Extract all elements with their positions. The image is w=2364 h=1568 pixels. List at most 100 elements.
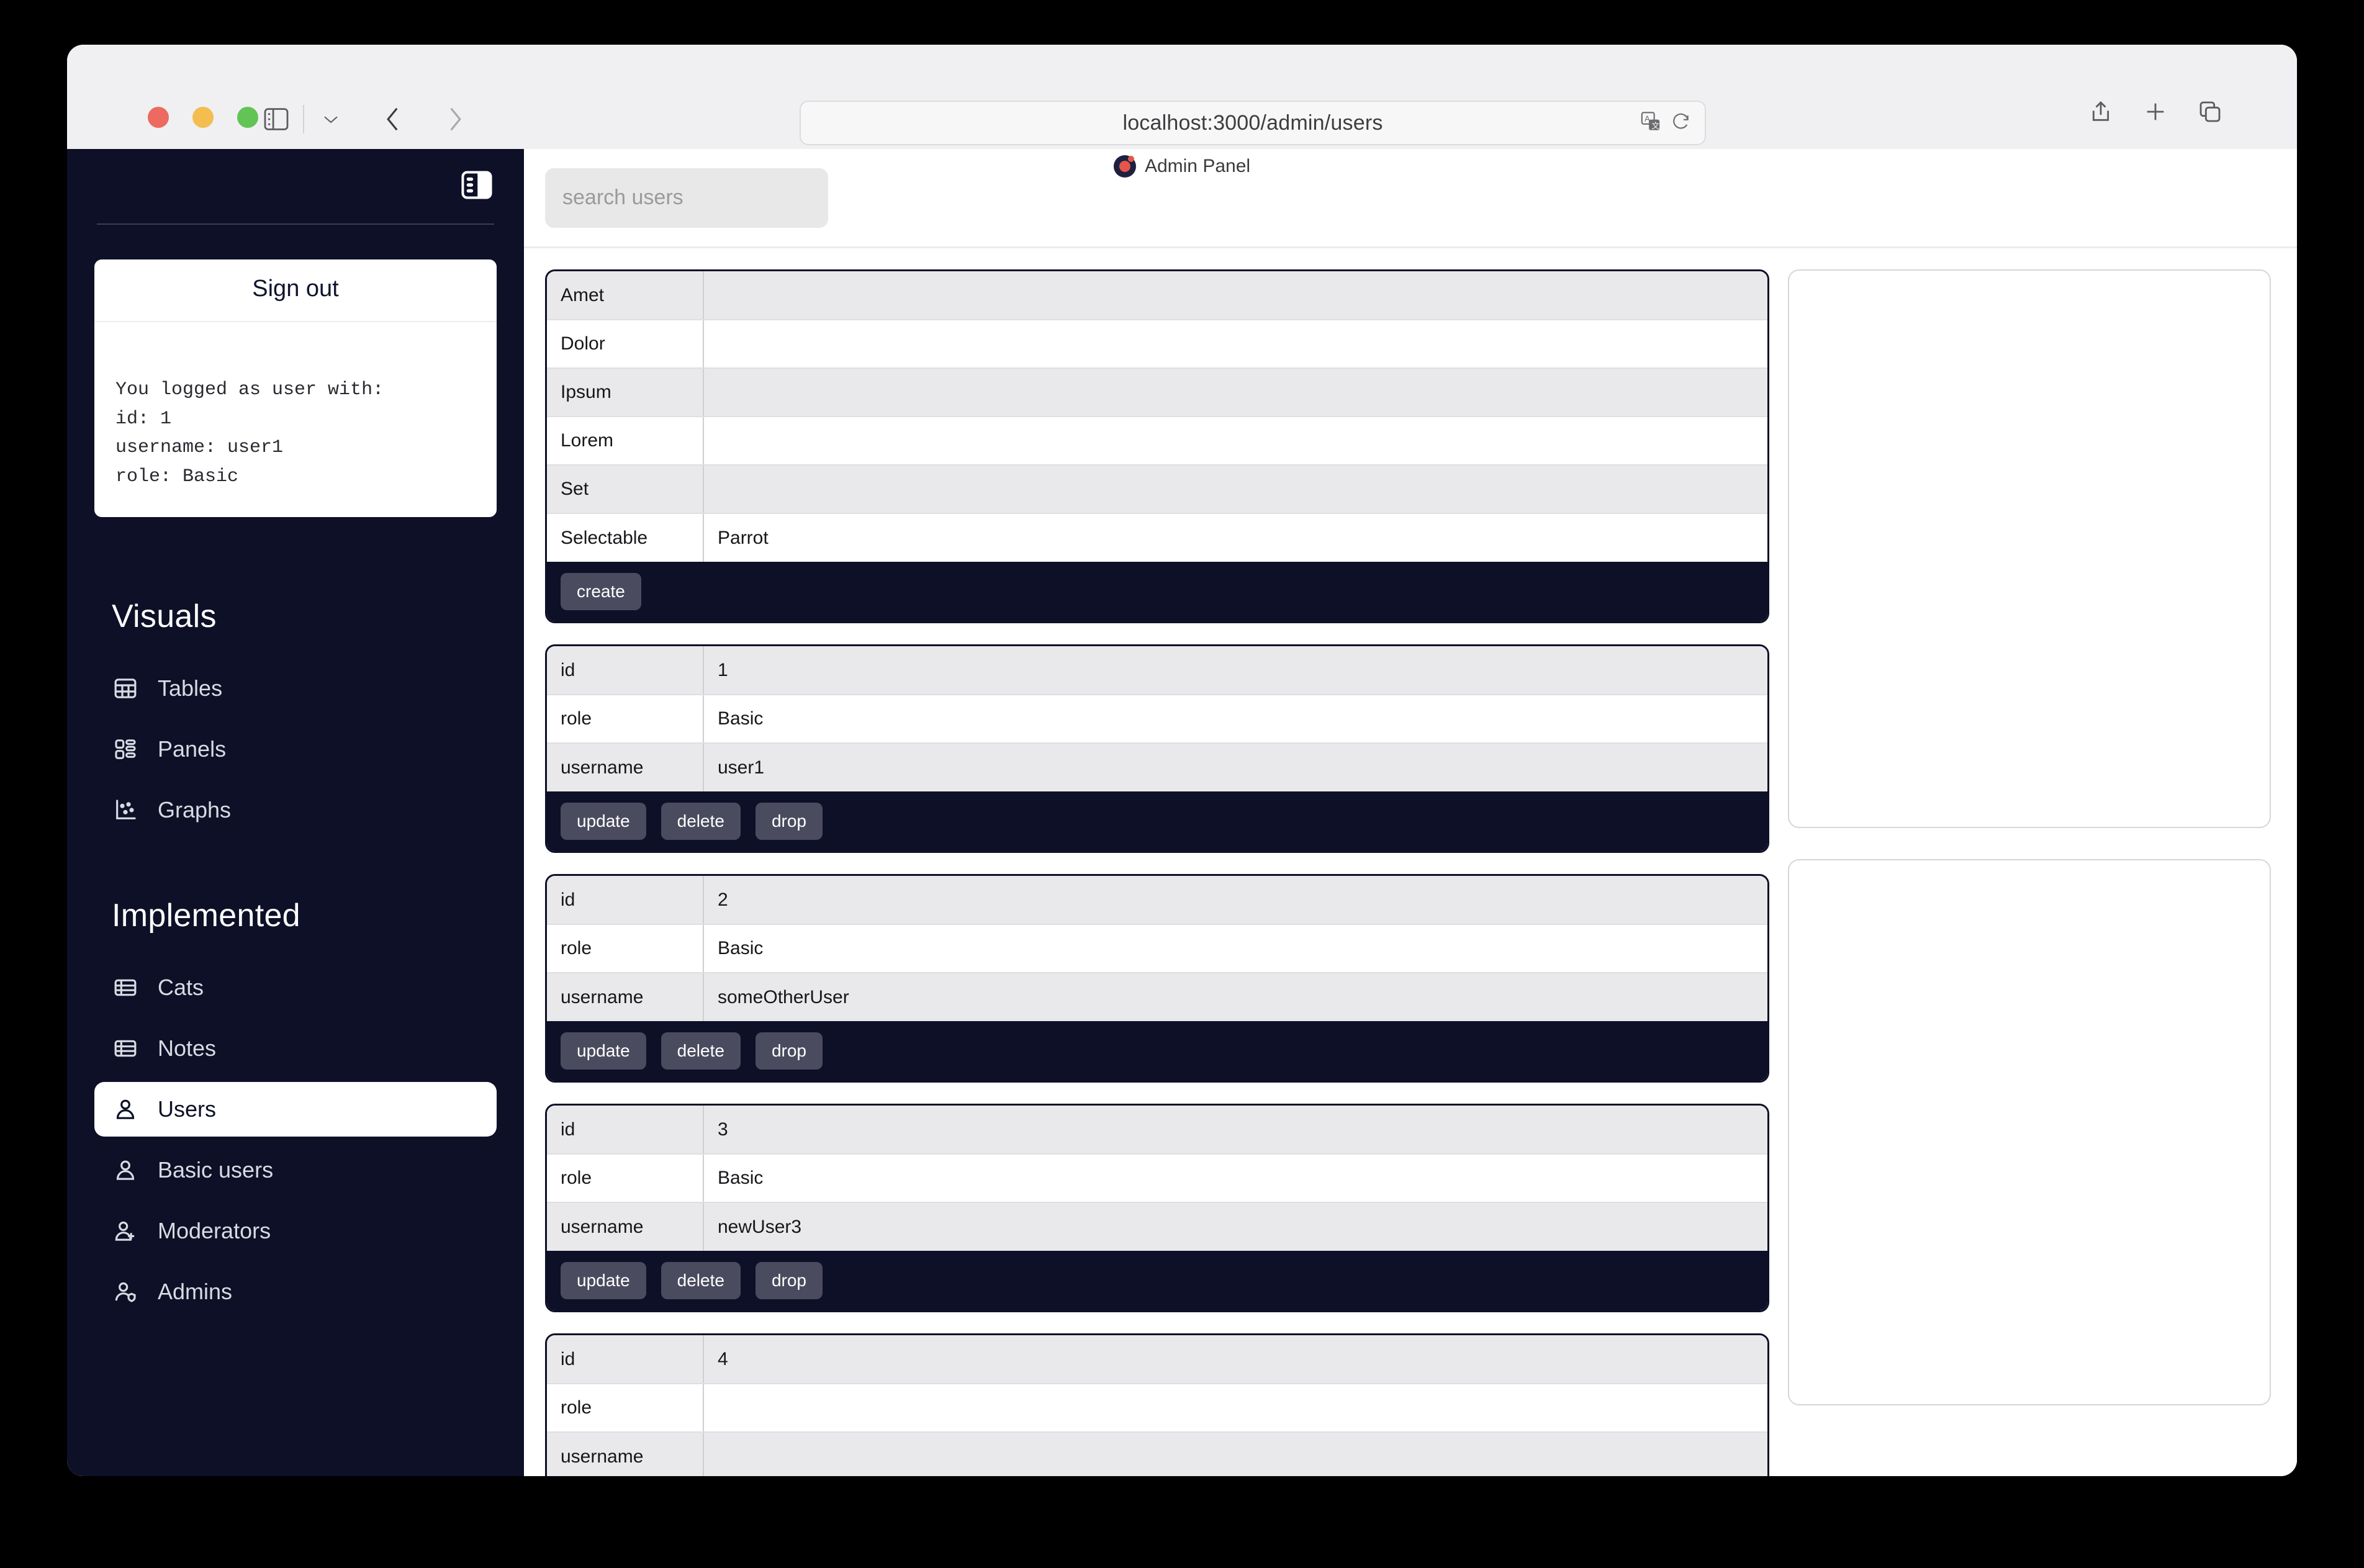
plus-icon[interactable] bbox=[2143, 99, 2168, 127]
active-tab[interactable]: Admin Panel bbox=[1114, 155, 1250, 178]
sidebar-item-tables[interactable]: Tables bbox=[94, 661, 497, 716]
field-key: Lorem bbox=[547, 417, 703, 465]
table-row[interactable]: Selectable Parrot bbox=[547, 513, 1767, 562]
sidebar-item-label: Moderators bbox=[158, 1218, 271, 1244]
sidebar-item-label: Cats bbox=[158, 975, 204, 1001]
field-key-role: role bbox=[547, 1384, 703, 1432]
field-value[interactable] bbox=[703, 368, 1767, 417]
field-value-role: Basic bbox=[703, 924, 1767, 973]
search-input[interactable] bbox=[545, 168, 828, 228]
table-row[interactable]: Lorem bbox=[547, 417, 1767, 465]
page-content: Sign out You logged as user with: id: 1 … bbox=[67, 149, 2297, 1476]
minimize-window-button[interactable] bbox=[192, 107, 214, 128]
chevron-down-icon[interactable] bbox=[308, 99, 354, 139]
record-table: id 1 role Basic username user1 bbox=[547, 646, 1767, 791]
svg-text:文: 文 bbox=[1651, 121, 1659, 130]
url-field[interactable]: localhost:3000/admin/users A 文 bbox=[800, 101, 1706, 145]
update-button[interactable]: update bbox=[561, 1032, 646, 1070]
field-key-username: username bbox=[547, 1202, 703, 1251]
table-row: role bbox=[547, 1384, 1767, 1432]
record-actions: update delete drop bbox=[547, 1021, 1767, 1081]
forward-chevron-icon[interactable] bbox=[432, 99, 478, 139]
field-key-role: role bbox=[547, 695, 703, 743]
sidebar-item-users[interactable]: Users bbox=[94, 1082, 497, 1137]
user-icon bbox=[112, 1096, 139, 1123]
sidebar-section-title-implemented: Implemented bbox=[112, 897, 497, 934]
table-row: id 2 bbox=[547, 876, 1767, 924]
delete-button[interactable]: delete bbox=[661, 1032, 741, 1070]
field-value[interactable] bbox=[703, 417, 1767, 465]
drop-button[interactable]: drop bbox=[756, 803, 823, 840]
field-value-role bbox=[703, 1384, 1767, 1432]
field-value-selectable[interactable]: Parrot bbox=[703, 513, 1767, 562]
sidebar-item-label: Admins bbox=[158, 1279, 232, 1305]
sidebar-item-label: Basic users bbox=[158, 1157, 273, 1183]
table-row: role Basic bbox=[547, 695, 1767, 743]
user-icon bbox=[112, 1156, 139, 1184]
sidebar-item-label: Tables bbox=[158, 675, 222, 701]
translate-icon[interactable]: A 文 bbox=[1640, 111, 1661, 135]
window-controls[interactable] bbox=[148, 107, 258, 128]
drop-button[interactable]: drop bbox=[756, 1262, 823, 1299]
table-row[interactable]: Set bbox=[547, 465, 1767, 513]
create-form-table: Amet Dolor Ipsum bbox=[547, 271, 1767, 562]
field-value[interactable] bbox=[703, 465, 1767, 513]
delete-button[interactable]: delete bbox=[661, 1262, 741, 1299]
table-row: id 1 bbox=[547, 646, 1767, 695]
sidebar-item-label: Users bbox=[158, 1096, 216, 1122]
reload-icon[interactable] bbox=[1671, 112, 1691, 135]
field-value-role: Basic bbox=[703, 695, 1767, 743]
main-body: Amet Dolor Ipsum bbox=[524, 248, 2297, 1476]
field-key: Ipsum bbox=[547, 368, 703, 417]
table-row: role Basic bbox=[547, 924, 1767, 973]
sidebar-item-moderators[interactable]: Moderators bbox=[94, 1204, 497, 1258]
sidebar-item-label: Notes bbox=[158, 1035, 216, 1061]
sidebar-header bbox=[94, 149, 497, 223]
table-row[interactable]: Dolor bbox=[547, 320, 1767, 368]
table-row[interactable]: Ipsum bbox=[547, 368, 1767, 417]
sidebar-section-title-visuals: Visuals bbox=[112, 598, 497, 635]
tab-overview-icon[interactable] bbox=[2198, 99, 2222, 127]
field-key-id: id bbox=[547, 1335, 703, 1384]
update-button[interactable]: update bbox=[561, 803, 646, 840]
drop-button[interactable]: drop bbox=[756, 1032, 823, 1070]
field-value[interactable] bbox=[703, 320, 1767, 368]
field-key: Amet bbox=[547, 271, 703, 320]
delete-button[interactable]: delete bbox=[661, 803, 741, 840]
panel-toggle-icon[interactable] bbox=[461, 171, 493, 202]
sidebar-item-notes[interactable]: Notes bbox=[94, 1021, 497, 1076]
sidebar-item-admins[interactable]: Admins bbox=[94, 1264, 497, 1319]
sign-out-button[interactable]: Sign out bbox=[94, 259, 497, 322]
field-key-role: role bbox=[547, 924, 703, 973]
sidebar-toggle-icon[interactable] bbox=[253, 99, 299, 139]
sidebar-item-cats[interactable]: Cats bbox=[94, 960, 497, 1015]
url-actions: A 文 bbox=[1640, 111, 1691, 135]
update-button[interactable]: update bbox=[561, 1262, 646, 1299]
records-column: Amet Dolor Ipsum bbox=[545, 269, 1769, 1476]
field-key: Selectable bbox=[547, 513, 703, 562]
address-bar[interactable]: localhost:3000/admin/users A 文 bbox=[800, 101, 1706, 145]
favicon-icon bbox=[1114, 155, 1136, 178]
share-icon[interactable] bbox=[2088, 99, 2113, 127]
field-value-id: 3 bbox=[703, 1106, 1767, 1154]
field-key-username: username bbox=[547, 743, 703, 791]
sidebar-item-label: Panels bbox=[158, 736, 226, 762]
back-chevron-icon[interactable] bbox=[370, 99, 416, 139]
field-value-role: Basic bbox=[703, 1154, 1767, 1202]
sidebar-item-basic-users[interactable]: Basic users bbox=[94, 1143, 497, 1197]
sidebar: Sign out You logged as user with: id: 1 … bbox=[67, 149, 524, 1476]
close-window-button[interactable] bbox=[148, 107, 169, 128]
field-value-id: 1 bbox=[703, 646, 1767, 695]
record-table: id 2 role Basic username someOtherUser bbox=[547, 876, 1767, 1021]
field-value-username: newUser3 bbox=[703, 1202, 1767, 1251]
record-actions: update delete drop bbox=[547, 791, 1767, 851]
field-value[interactable] bbox=[703, 271, 1767, 320]
table-row: username user1 bbox=[547, 743, 1767, 791]
sidebar-item-graphs[interactable]: Graphs bbox=[94, 783, 497, 837]
create-button[interactable]: create bbox=[561, 573, 641, 610]
table-icon bbox=[112, 675, 139, 702]
create-form-card: Amet Dolor Ipsum bbox=[545, 269, 1769, 623]
table-row[interactable]: Amet bbox=[547, 271, 1767, 320]
sidebar-item-panels[interactable]: Panels bbox=[94, 722, 497, 777]
field-value-id: 4 bbox=[703, 1335, 1767, 1384]
